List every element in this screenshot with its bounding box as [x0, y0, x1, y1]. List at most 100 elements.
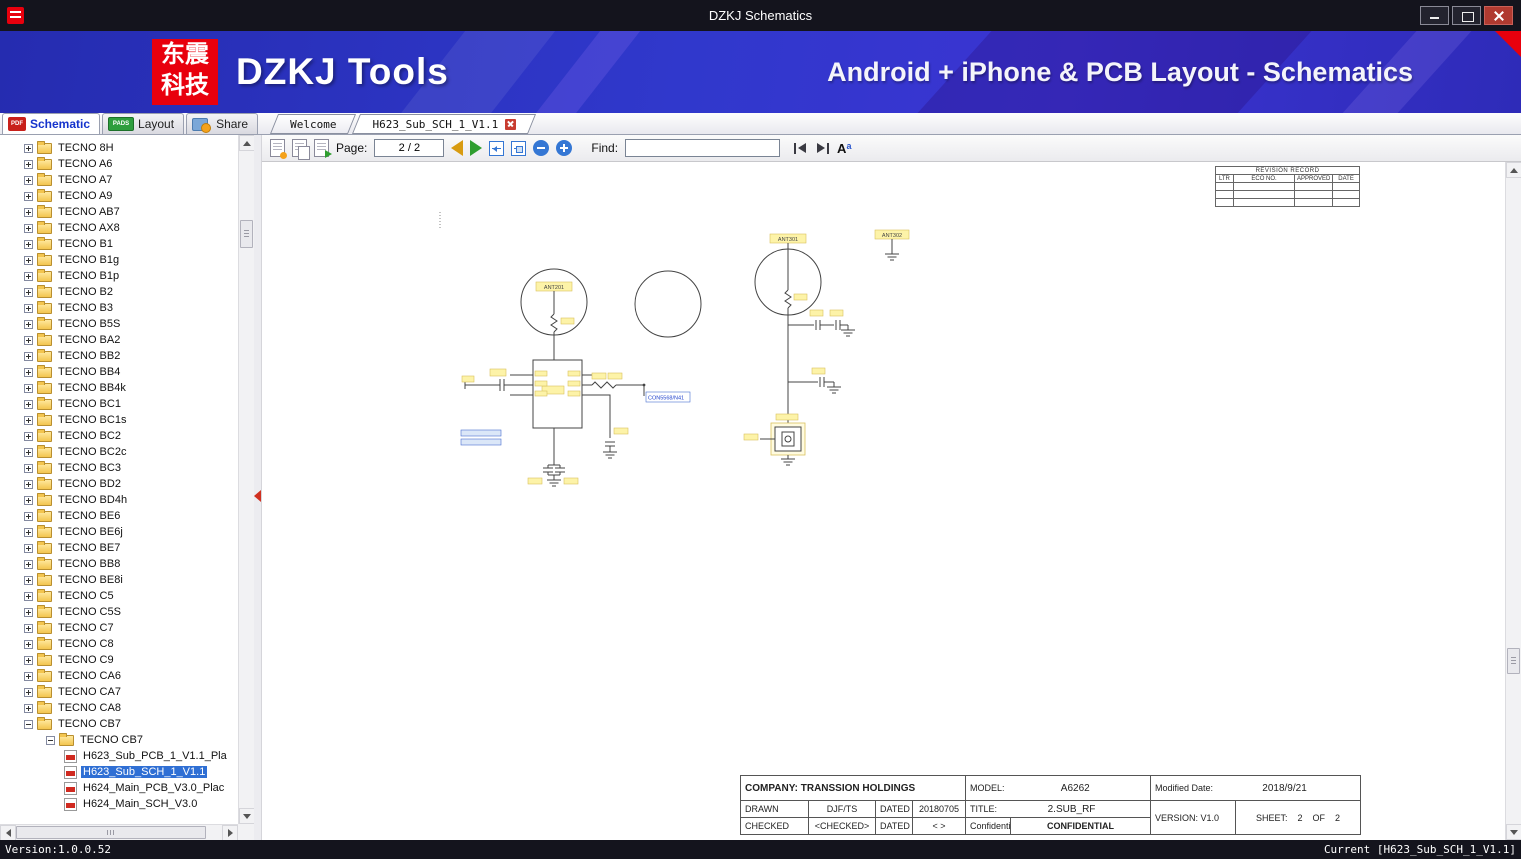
expand-toggle-icon[interactable] — [24, 656, 33, 665]
tab-schematic[interactable]: PDF Schematic — [2, 113, 100, 134]
page-number-input[interactable] — [374, 139, 444, 157]
collapse-sidebar-icon[interactable] — [254, 490, 261, 502]
expand-toggle-icon[interactable] — [24, 416, 33, 425]
sidebar-vertical-scrollbar[interactable] — [238, 135, 254, 824]
pdf-page-view[interactable]: ANT201 — [262, 162, 1521, 840]
tree-file-item[interactable]: H623_Sub_SCH_1_V1.1 — [0, 764, 238, 780]
expand-toggle-icon[interactable] — [24, 320, 33, 329]
tree-folder-item[interactable]: TECNO B3 — [0, 300, 238, 316]
expand-toggle-icon[interactable] — [24, 336, 33, 345]
close-tab-icon[interactable] — [505, 119, 516, 130]
sidebar-scroll-thumb[interactable] — [240, 220, 253, 248]
doc-tab-welcome[interactable]: Welcome — [274, 114, 352, 134]
expand-toggle-icon[interactable] — [24, 640, 33, 649]
tree-folder-item[interactable]: TECNO B1p — [0, 268, 238, 284]
tree-folder-item[interactable]: TECNO BB2 — [0, 348, 238, 364]
scroll-right-button[interactable] — [222, 825, 238, 841]
expand-toggle-icon[interactable] — [24, 400, 33, 409]
close-button[interactable] — [1484, 6, 1513, 25]
page-export-icon[interactable] — [314, 139, 329, 157]
tree-folder-item[interactable]: TECNO B1 — [0, 236, 238, 252]
scroll-up-button[interactable] — [1506, 162, 1521, 178]
tree-file-item[interactable]: H623_Sub_PCB_1_V1.1_Pla — [0, 748, 238, 764]
previous-page-icon[interactable] — [451, 140, 463, 156]
expand-toggle-icon[interactable] — [24, 288, 33, 297]
expand-toggle-icon[interactable] — [24, 592, 33, 601]
tree-folder-item[interactable]: TECNO CA7 — [0, 684, 238, 700]
expand-toggle-icon[interactable] — [24, 256, 33, 265]
expand-toggle-icon[interactable] — [24, 512, 33, 521]
tree-folder-item[interactable]: TECNO BB4k — [0, 380, 238, 396]
scroll-down-button[interactable] — [1506, 824, 1521, 840]
scroll-down-button[interactable] — [239, 808, 255, 824]
tree-folder-item[interactable]: TECNO C9 — [0, 652, 238, 668]
tree-folder-item[interactable]: TECNO C5S — [0, 604, 238, 620]
find-previous-icon[interactable] — [793, 142, 808, 155]
next-page-icon[interactable] — [470, 140, 482, 156]
expand-toggle-icon[interactable] — [24, 208, 33, 217]
tree-folder-item[interactable]: TECNO BE6j — [0, 524, 238, 540]
tab-share[interactable]: Share — [186, 113, 258, 134]
tree-folder-item[interactable]: TECNO CA6 — [0, 668, 238, 684]
expand-toggle-icon[interactable] — [24, 496, 33, 505]
tree-folder-item[interactable]: TECNO AX8 — [0, 220, 238, 236]
zoom-out-icon[interactable] — [533, 140, 549, 156]
zoom-in-icon[interactable] — [556, 140, 572, 156]
tree-folder-item[interactable]: TECNO BC1 — [0, 396, 238, 412]
scroll-left-button[interactable] — [0, 825, 16, 841]
tree-folder-item[interactable]: TECNO C7 — [0, 620, 238, 636]
expand-toggle-icon[interactable] — [24, 576, 33, 585]
expand-toggle-icon[interactable] — [24, 544, 33, 553]
expand-toggle-icon[interactable] — [24, 352, 33, 361]
expand-toggle-icon[interactable] — [24, 560, 33, 569]
match-case-icon[interactable]: A a — [837, 142, 851, 155]
sidebar-horizontal-scrollbar[interactable] — [0, 824, 238, 840]
document-vertical-scrollbar[interactable] — [1505, 162, 1521, 840]
tree-folder-item[interactable]: TECNO BD2 — [0, 476, 238, 492]
tree-folder-item[interactable]: TECNO B5S — [0, 316, 238, 332]
collapse-toggle-icon[interactable] — [24, 720, 33, 729]
expand-toggle-icon[interactable] — [24, 624, 33, 633]
fit-width-icon[interactable] — [489, 141, 504, 156]
expand-toggle-icon[interactable] — [24, 240, 33, 249]
find-next-icon[interactable] — [815, 142, 830, 155]
tree-folder-item[interactable]: TECNO A7 — [0, 172, 238, 188]
tree-folder-item[interactable]: TECNO C8 — [0, 636, 238, 652]
tree-folder-item[interactable]: TECNO B1g — [0, 252, 238, 268]
tree-folder-item[interactable]: TECNO AB7 — [0, 204, 238, 220]
tree-folder-item[interactable]: TECNO BC2c — [0, 444, 238, 460]
expand-toggle-icon[interactable] — [24, 160, 33, 169]
scroll-up-button[interactable] — [239, 135, 255, 151]
document-scroll-thumb[interactable] — [1507, 648, 1520, 674]
maximize-button[interactable] — [1452, 6, 1481, 25]
tree-folder-item[interactable]: TECNO BE8i — [0, 572, 238, 588]
expand-toggle-icon[interactable] — [24, 176, 33, 185]
expand-toggle-icon[interactable] — [24, 704, 33, 713]
tree-folder-item[interactable]: TECNO B2 — [0, 284, 238, 300]
tree-folder-item[interactable]: TECNO BC2 — [0, 428, 238, 444]
tree-folder-item[interactable]: TECNO BD4h — [0, 492, 238, 508]
expand-toggle-icon[interactable] — [24, 448, 33, 457]
tree-folder-item[interactable]: TECNO BC3 — [0, 460, 238, 476]
expand-toggle-icon[interactable] — [24, 384, 33, 393]
sidebar-hscroll-thumb[interactable] — [16, 826, 206, 839]
tree-folder-item[interactable]: TECNO 8H — [0, 140, 238, 156]
tree-folder-item[interactable]: TECNO C5 — [0, 588, 238, 604]
expand-toggle-icon[interactable] — [24, 464, 33, 473]
tree-folder-item[interactable]: TECNO BB4 — [0, 364, 238, 380]
tree-subfolder-item[interactable]: TECNO CB7 — [0, 732, 238, 748]
expand-toggle-icon[interactable] — [24, 144, 33, 153]
tree-folder-item[interactable]: TECNO BE6 — [0, 508, 238, 524]
expand-toggle-icon[interactable] — [24, 608, 33, 617]
expand-toggle-icon[interactable] — [24, 528, 33, 537]
expand-toggle-icon[interactable] — [24, 688, 33, 697]
tree-folder-item[interactable]: TECNO BA2 — [0, 332, 238, 348]
sidebar-splitter[interactable] — [254, 135, 262, 840]
doc-tab-current[interactable]: H623_Sub_SCH_1_V1.1 — [356, 114, 532, 134]
tree-folder-item[interactable]: TECNO CA8 — [0, 700, 238, 716]
tree-folder-item-expanded[interactable]: TECNO CB7 — [0, 716, 238, 732]
tree-folder-item[interactable]: TECNO BE7 — [0, 540, 238, 556]
minimize-button[interactable] — [1420, 6, 1449, 25]
tree-folder-item[interactable]: TECNO BC1s — [0, 412, 238, 428]
tree-folder-item[interactable]: TECNO BB8 — [0, 556, 238, 572]
